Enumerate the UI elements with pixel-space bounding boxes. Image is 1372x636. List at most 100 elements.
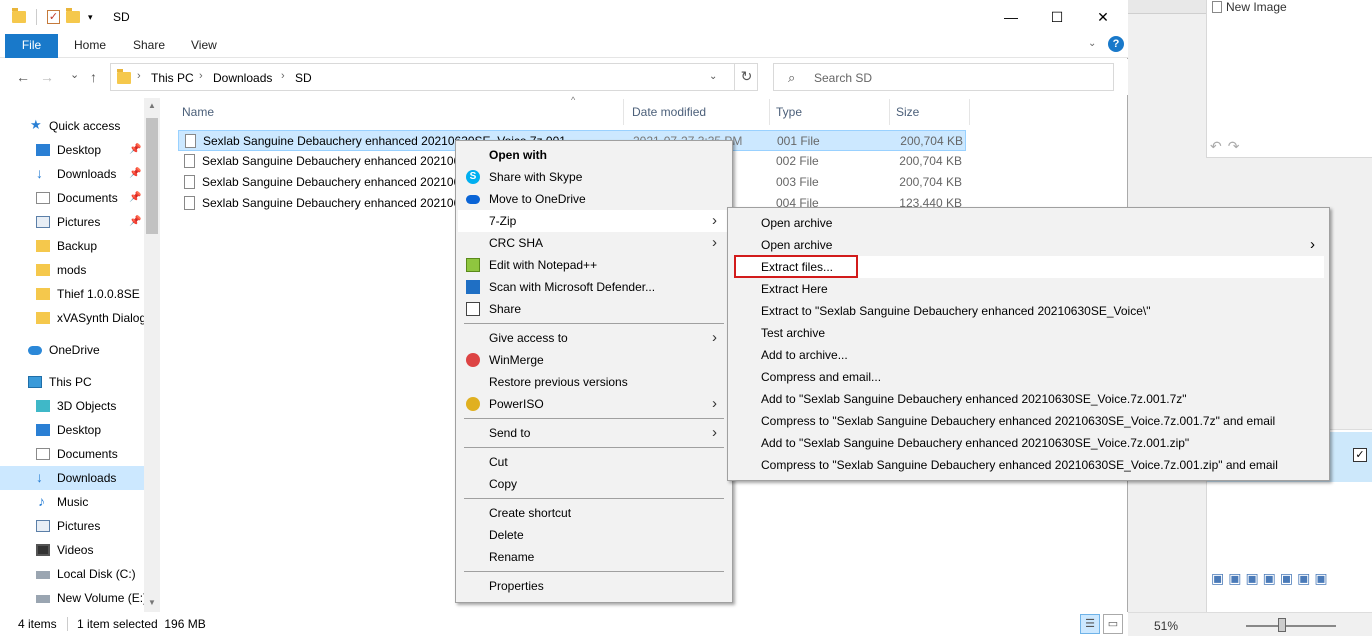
scroll-down-icon[interactable]: ▼ [148,598,156,607]
toolbar-icons[interactable]: ▣▣▣▣▣▣▣ [1211,570,1332,587]
submenu-item-add-to-archive[interactable]: Add to archive... [734,344,1324,366]
back-icon[interactable]: ← [16,69,30,85]
pin-icon[interactable]: 📌 [129,210,141,234]
menu-item-poweriso[interactable]: PowerISO › [458,393,730,415]
breadcrumb-separator[interactable]: › [199,70,203,82]
column-name[interactable]: Name [176,99,624,125]
nav-item-videos[interactable]: Videos [0,538,144,562]
nav-scrollbar[interactable]: ▲ ▼ [144,98,160,612]
nav-item-downloads-pc[interactable]: ↓ Downloads [0,466,144,490]
new-folder-icon[interactable] [66,8,80,23]
menu-item-open-with[interactable]: Open with [458,144,730,166]
expand-ribbon-icon[interactable]: ⌄ [1088,38,1096,49]
nav-item-pictures[interactable]: Pictures 📌 [0,210,144,234]
column-type[interactable]: Type [770,99,890,125]
up-icon[interactable]: ↑ [90,69,97,85]
close-button[interactable]: ✕ [1080,0,1126,34]
menu-item-rename[interactable]: Rename [458,546,730,568]
submenu-item-extract-to[interactable]: Extract to "Sexlab Sanguine Debauchery e… [734,300,1324,322]
tab-share[interactable]: Share [133,34,165,58]
menu-item-send-to[interactable]: Send to › [458,422,730,444]
menu-item-cut[interactable]: Cut [458,451,730,473]
undo-redo-icons[interactable]: ↶↷ [1210,138,1245,155]
submenu-item-add-to-zip[interactable]: Add to "Sexlab Sanguine Debauchery enhan… [734,432,1324,454]
scrollbar-thumb[interactable] [146,118,158,234]
breadcrumb-separator: › [137,70,141,82]
pin-icon[interactable]: 📌 [129,186,141,210]
nav-item-new-volume-e[interactable]: New Volume (E:) [0,586,144,610]
submenu-item-open-archive[interactable]: Open archive [734,212,1324,234]
column-date-modified[interactable]: Date modified [626,99,770,125]
menu-item-copy[interactable]: Copy [458,473,730,495]
nav-item-3d-objects[interactable]: 3D Objects [0,394,144,418]
nav-item-desktop[interactable]: Desktop 📌 [0,138,144,162]
submenu-item-test-archive[interactable]: Test archive [734,322,1324,344]
tab-view[interactable]: View [191,34,217,58]
submenu-item-add-to-7z[interactable]: Add to "Sexlab Sanguine Debauchery enhan… [734,388,1324,410]
help-icon[interactable]: ? [1108,36,1124,52]
minimize-button[interactable]: — [988,0,1034,34]
large-icons-view-button[interactable]: ▭ [1103,614,1123,634]
highlight-box [734,255,858,278]
nav-item-pictures-pc[interactable]: Pictures [0,514,144,538]
nav-item-xvasynth[interactable]: xVASynth Dialog [0,306,144,330]
scroll-up-icon[interactable]: ▲ [148,101,156,110]
zoom-slider-knob[interactable] [1278,618,1286,632]
details-view-button[interactable]: ☰ [1080,614,1100,634]
submenu-item-compress-7z-email[interactable]: Compress to "Sexlab Sanguine Debauchery … [734,410,1324,432]
breadcrumb-separator[interactable]: › [281,70,285,82]
menu-item-give-access[interactable]: Give access to › [458,327,730,349]
forward-icon[interactable]: → [40,69,54,85]
breadcrumb-this-pc[interactable]: This PC [151,71,194,85]
properties-icon[interactable]: ✓ [47,10,60,24]
music-icon: ♪ [38,493,45,509]
menu-item-share[interactable]: Share [458,298,730,320]
menu-item-7zip[interactable]: 7-Zip › [458,210,730,232]
menu-item-edit-notepad[interactable]: Edit with Notepad++ [458,254,730,276]
recent-locations-icon[interactable]: ⌄ [70,68,79,81]
submenu-item-compress-zip-email[interactable]: Compress to "Sexlab Sanguine Debauchery … [734,454,1324,476]
menu-item-move-to-onedrive[interactable]: Move to OneDrive [458,188,730,210]
new-image-item[interactable]: New Image [1212,0,1287,14]
submenu-item-compress-email[interactable]: Compress and email... [734,366,1324,388]
menu-item-share-with-skype[interactable]: S Share with Skype [458,166,730,188]
menu-item-properties[interactable]: Properties [458,575,730,597]
nav-item-documents[interactable]: Documents 📌 [0,186,144,210]
address-dropdown-icon[interactable]: ⌄ [709,71,717,82]
menu-item-winmerge[interactable]: WinMerge [458,349,730,371]
submenu-item-extract-here[interactable]: Extract Here [734,278,1324,300]
checkbox-icon[interactable]: ✓ [1353,448,1367,462]
pin-icon[interactable]: 📌 [129,138,141,162]
breadcrumb-sd[interactable]: SD [295,71,312,85]
breadcrumb-downloads[interactable]: Downloads [213,71,272,85]
nav-item-this-pc[interactable]: This PC [0,370,144,394]
nav-item-backup[interactable]: Backup [0,234,144,258]
defender-icon [466,280,480,294]
nav-item-music[interactable]: ♪ Music [0,490,144,514]
chevron-down-icon[interactable]: ▾ [88,12,93,23]
maximize-button[interactable]: ☐ [1034,0,1080,34]
search-input[interactable]: ⌕ Search SD [773,63,1114,91]
nav-item-downloads[interactable]: ↓ Downloads 📌 [0,162,144,186]
menu-item-restore-versions[interactable]: Restore previous versions [458,371,730,393]
menu-item-delete[interactable]: Delete [458,524,730,546]
nav-item-local-disk-c[interactable]: Local Disk (C:) [0,562,144,586]
submenu-item-open-archive-more[interactable]: Open archive › [734,234,1324,256]
tab-file[interactable]: File [5,34,58,58]
tab-home[interactable]: Home [74,34,106,58]
zoom-slider[interactable] [1246,625,1336,627]
nav-item-thief[interactable]: Thief 1.0.0.8SE [0,282,144,306]
nav-item-quick-access[interactable]: ★ Quick access [0,114,144,138]
menu-item-create-shortcut[interactable]: Create shortcut [458,502,730,524]
nav-item-documents-pc[interactable]: Documents [0,442,144,466]
nav-item-onedrive[interactable]: OneDrive [0,338,144,362]
file-size: 200,704 KB [899,154,962,168]
column-size[interactable]: Size [890,99,970,125]
address-field[interactable]: › This PC › Downloads › SD ⌄ [110,63,758,91]
pin-icon[interactable]: 📌 [129,162,141,186]
nav-item-desktop-pc[interactable]: Desktop [0,418,144,442]
menu-item-scan-defender[interactable]: Scan with Microsoft Defender... [458,276,730,298]
nav-item-mods[interactable]: mods [0,258,144,282]
menu-item-crc-sha[interactable]: CRC SHA › [458,232,730,254]
refresh-button[interactable]: ↻ [734,63,758,91]
